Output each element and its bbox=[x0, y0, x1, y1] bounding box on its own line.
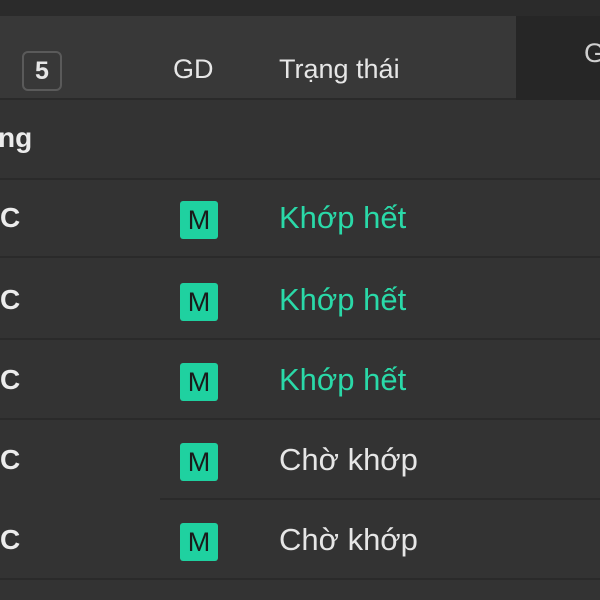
order-type-badge: M bbox=[180, 443, 218, 481]
row-divider bbox=[0, 578, 600, 580]
column-header-status[interactable]: Trạng thái bbox=[279, 54, 400, 85]
group-row[interactable]: ng bbox=[0, 100, 600, 180]
status-cell: Khớp hết bbox=[279, 200, 407, 235]
table-header: 5 GD Trạng thái bbox=[0, 16, 600, 100]
order-table: 5 GD Trạng thái G ng C M Khớp hết C M Kh… bbox=[0, 0, 600, 600]
order-type-badge: M bbox=[180, 363, 218, 401]
column-header-gd[interactable]: GD bbox=[173, 54, 214, 85]
symbol-cell: C bbox=[0, 444, 21, 475]
row-divider bbox=[0, 256, 600, 258]
top-divider bbox=[0, 0, 600, 16]
column-header-next-label: G bbox=[584, 38, 600, 68]
symbol-cell: C bbox=[0, 284, 21, 315]
order-type-badge: M bbox=[180, 201, 218, 239]
group-label: ng bbox=[0, 122, 33, 153]
symbol-cell: C bbox=[0, 202, 21, 233]
status-cell: Chờ khớp bbox=[279, 442, 418, 477]
order-type-badge: M bbox=[180, 283, 218, 321]
row-divider bbox=[0, 338, 600, 340]
table-row[interactable]: C M Chờ khớp bbox=[0, 422, 600, 500]
status-cell: Khớp hết bbox=[279, 282, 407, 317]
table-row[interactable]: C M Khớp hết bbox=[0, 262, 600, 340]
status-cell: Khớp hết bbox=[279, 362, 407, 397]
symbol-cell: C bbox=[0, 524, 21, 555]
order-count-badge[interactable]: 5 bbox=[22, 51, 62, 91]
table-row[interactable]: C M Khớp hết bbox=[0, 180, 600, 258]
row-divider bbox=[0, 418, 600, 420]
order-type-badge: M bbox=[180, 523, 218, 561]
row-divider bbox=[160, 498, 600, 500]
column-header-next[interactable]: G bbox=[516, 16, 600, 100]
table-row[interactable]: C M Khớp hết bbox=[0, 342, 600, 420]
status-cell: Chờ khớp bbox=[279, 522, 418, 557]
table-row[interactable]: C M Chờ khớp bbox=[0, 502, 600, 580]
symbol-cell: C bbox=[0, 364, 21, 395]
